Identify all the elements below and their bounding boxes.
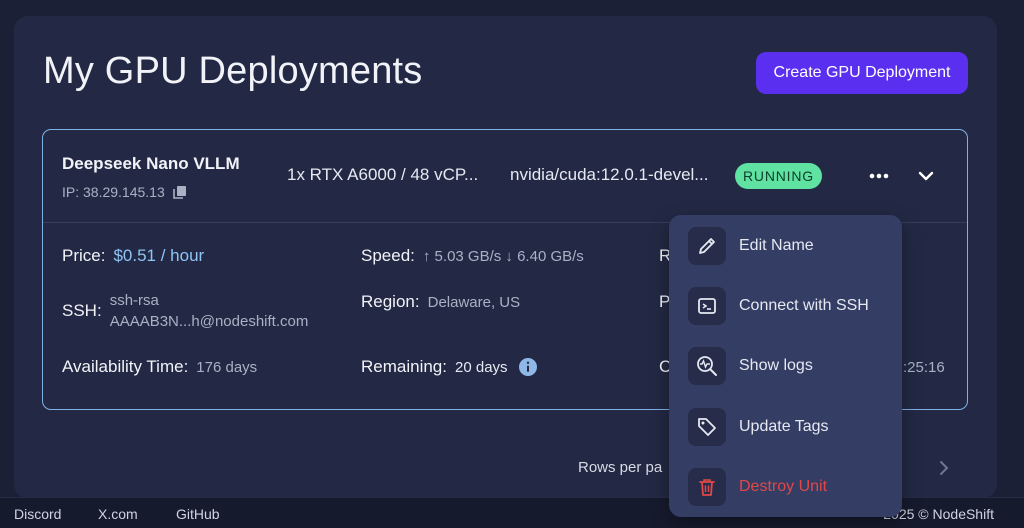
status-badge: RUNNING [735, 163, 822, 189]
speed-label: Speed: [361, 246, 415, 265]
ssh-key[interactable]: ssh-rsa AAAAB3N...h@nodeshift.com [110, 290, 309, 332]
collapse-button[interactable] [913, 164, 939, 188]
footer-link-github[interactable]: GitHub [176, 506, 220, 522]
create-gpu-deployment-button[interactable]: Create GPU Deployment [756, 52, 968, 94]
menu-item-update-tags[interactable]: Update Tags [669, 400, 902, 454]
ssh-key-value: AAAAB3N...h@nodeshift.com [109, 313, 309, 330]
deployment-ip: IP: 38.29.145.13 [62, 184, 188, 200]
chevron-right-icon [940, 461, 949, 475]
menu-label-destroy-unit: Destroy Unit [739, 478, 828, 495]
ssh-label: SSH: [62, 301, 102, 320]
pencil-icon [688, 227, 726, 265]
footer-link-x[interactable]: X.com [98, 506, 138, 522]
remaining-field: Remaining: 20 days [361, 357, 538, 377]
menu-label-update-tags: Update Tags [739, 418, 829, 435]
more-dots-icon [869, 173, 889, 179]
region-label: Region: [361, 292, 420, 311]
next-page-button[interactable] [936, 458, 952, 478]
menu-item-show-logs[interactable]: Show logs [669, 339, 902, 393]
terminal-icon [688, 287, 726, 325]
availability-label: Availability Time: [62, 357, 189, 376]
trash-icon [688, 468, 726, 506]
deployment-actions-menu: Edit Name Connect with SSH Show logs Upd… [669, 215, 902, 517]
region-field: Region: Delaware, US [361, 292, 520, 312]
more-options-button[interactable] [865, 164, 893, 188]
price-value: $0.51 / hour [113, 246, 205, 265]
page-title: My GPU Deployments [43, 50, 423, 92]
rows-per-page-label: Rows per pa [578, 459, 663, 476]
copy-icon[interactable] [172, 184, 188, 200]
deployment-card-header[interactable]: Deepseek Nano VLLM IP: 38.29.145.13 1x R… [43, 130, 967, 223]
deployment-ip-text: IP: 38.29.145.13 [62, 184, 165, 200]
price-field: Price: $0.51 / hour [62, 246, 204, 266]
speed-field: Speed: ↑ 5.03 GB/s ↓ 6.40 GB/s [361, 246, 584, 266]
menu-label-show-logs: Show logs [739, 357, 813, 374]
deployment-image: nvidia/cuda:12.0.1-devel... [510, 165, 709, 184]
footer-link-discord[interactable]: Discord [14, 506, 61, 522]
availability-value: 176 days [196, 358, 258, 376]
menu-label-connect-ssh: Connect with SSH [739, 297, 869, 314]
menu-item-edit-name[interactable]: Edit Name [669, 219, 902, 273]
ssh-field: SSH: ssh-rsa AAAAB3N...h@nodeshift.com [62, 290, 308, 332]
menu-label-edit-name: Edit Name [739, 237, 814, 254]
remaining-value: 20 days [455, 358, 508, 376]
deployment-name: Deepseek Nano VLLM [62, 154, 240, 173]
deployment-gpu: 1x RTX A6000 / 48 vCP... [287, 165, 479, 184]
availability-field: Availability Time: 176 days [62, 357, 257, 377]
ssh-key-type: ssh-rsa [109, 292, 159, 309]
truncated-time-value: :25:16 [903, 359, 945, 376]
chevron-down-icon [918, 171, 934, 181]
menu-item-connect-ssh[interactable]: Connect with SSH [669, 279, 902, 333]
price-label: Price: [62, 246, 106, 265]
menu-item-destroy-unit[interactable]: Destroy Unit [669, 460, 902, 514]
speed-value: ↑ 5.03 GB/s ↓ 6.40 GB/s [422, 247, 584, 265]
region-value: Delaware, US [427, 293, 521, 311]
remaining-label: Remaining: [361, 357, 447, 376]
logs-search-icon [688, 347, 726, 385]
tag-icon [688, 408, 726, 446]
info-icon[interactable] [518, 357, 538, 377]
